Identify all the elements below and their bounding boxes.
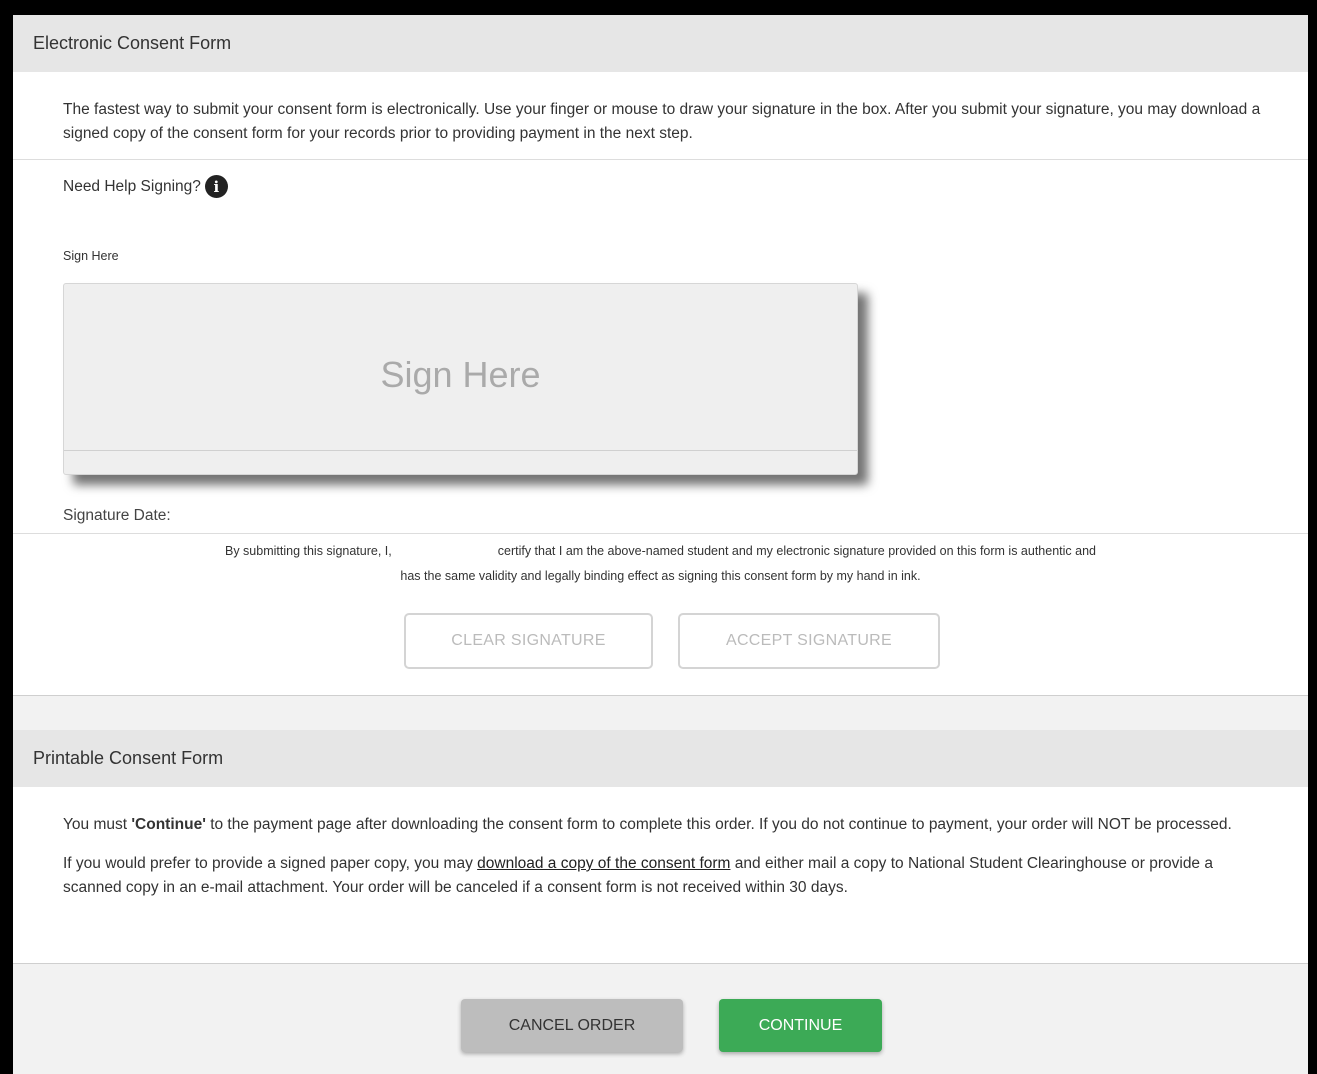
printable-consent-body: You must 'Continue' to the payment page … (13, 787, 1308, 963)
electronic-intro-text: The fastest way to submit your consent f… (63, 101, 1261, 142)
signature-pad-placeholder: Sign Here (380, 354, 541, 395)
paper-copy-text: If you would prefer to provide a signed … (63, 852, 1273, 900)
page-frame: Electronic Consent Form The fastest way … (13, 15, 1308, 1074)
sign-here-label: Sign Here (63, 249, 119, 263)
download-consent-form-link[interactable]: download a copy of the consent form (477, 855, 730, 872)
electronic-consent-header: Electronic Consent Form (13, 15, 1308, 72)
certify-line-1-end: certify that I am the above-named studen… (497, 544, 1096, 558)
certify-line-1-start: By submitting this signature, I, (225, 544, 392, 558)
continue-button[interactable]: CONTINUE (719, 999, 882, 1052)
signature-date-label: Signature Date: (63, 507, 171, 524)
signature-pad[interactable]: Sign Here (63, 283, 858, 475)
clear-signature-button[interactable]: CLEAR SIGNATURE (404, 613, 653, 669)
printable-consent-header: Printable Consent Form (13, 730, 1308, 787)
continue-instruction-text: You must 'Continue' to the payment page … (63, 813, 1273, 837)
need-help-signing[interactable]: Need Help Signing? i (63, 175, 228, 198)
electronic-consent-title: Electronic Consent Form (33, 33, 232, 53)
accept-signature-button[interactable]: ACCEPT SIGNATURE (678, 613, 940, 669)
continue-keyword: 'Continue' (131, 816, 206, 833)
divider (13, 533, 1308, 534)
divider (13, 695, 1308, 696)
certify-line-2: has the same validity and legally bindin… (400, 569, 921, 583)
printable-consent-title: Printable Consent Form (33, 748, 224, 768)
continue-instruction-start: You must (63, 816, 132, 833)
continue-instruction-end: to the payment page after downloading th… (205, 816, 1232, 833)
cancel-order-button[interactable]: CANCEL ORDER (461, 999, 683, 1052)
certify-line-1: By submitting this signature, I, certify … (13, 544, 1308, 558)
info-icon[interactable]: i (204, 175, 228, 198)
need-help-label: Need Help Signing? (63, 177, 201, 195)
signature-baseline (64, 450, 857, 451)
divider (13, 159, 1308, 160)
paper-copy-start: If you would prefer to provide a signed … (63, 855, 478, 872)
divider (13, 963, 1308, 964)
